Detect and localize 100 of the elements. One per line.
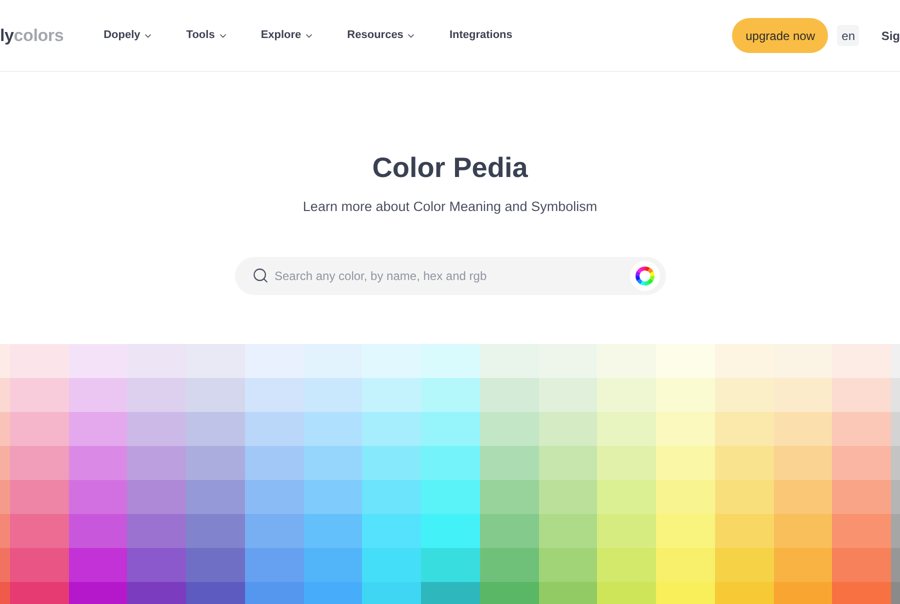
color-swatch[interactable] xyxy=(68,446,128,480)
color-swatch[interactable] xyxy=(10,412,69,446)
color-swatch[interactable] xyxy=(891,480,900,514)
language-selector[interactable]: en xyxy=(837,25,860,46)
color-swatch[interactable] xyxy=(421,514,480,548)
color-swatch[interactable] xyxy=(10,480,69,514)
color-swatch[interactable] xyxy=(538,582,598,604)
color-swatch[interactable] xyxy=(10,582,69,604)
color-swatch[interactable] xyxy=(127,480,186,514)
color-swatch[interactable] xyxy=(774,514,832,548)
color-swatch[interactable] xyxy=(127,378,186,412)
color-swatch[interactable] xyxy=(186,446,245,480)
color-swatch[interactable] xyxy=(244,548,304,582)
color-swatch[interactable] xyxy=(421,344,480,378)
color-swatch[interactable] xyxy=(480,480,539,514)
color-swatch[interactable] xyxy=(68,514,128,548)
color-swatch[interactable] xyxy=(656,378,715,412)
color-swatch[interactable] xyxy=(0,548,10,582)
color-swatch[interactable] xyxy=(0,412,10,446)
color-swatch[interactable] xyxy=(538,514,598,548)
color-swatch[interactable] xyxy=(127,412,186,446)
upgrade-button[interactable]: upgrade now xyxy=(732,18,828,53)
color-swatch[interactable] xyxy=(480,514,539,548)
color-swatch[interactable] xyxy=(10,514,69,548)
color-swatch[interactable] xyxy=(186,378,245,412)
color-swatch[interactable] xyxy=(832,446,891,480)
color-swatch[interactable] xyxy=(127,548,186,582)
sign-in-link[interactable]: Sig xyxy=(881,26,900,44)
color-swatch[interactable] xyxy=(538,344,598,378)
color-swatch[interactable] xyxy=(597,582,656,604)
color-swatch[interactable] xyxy=(68,582,128,604)
color-swatch[interactable] xyxy=(891,548,900,582)
color-swatch[interactable] xyxy=(304,344,362,378)
color-swatch[interactable] xyxy=(714,378,774,412)
color-swatch[interactable] xyxy=(186,548,245,582)
color-swatch[interactable] xyxy=(127,582,186,604)
color-swatch[interactable] xyxy=(714,514,774,548)
color-swatch[interactable] xyxy=(186,582,245,604)
color-swatch[interactable] xyxy=(832,378,891,412)
color-swatch[interactable] xyxy=(362,514,422,548)
color-swatch[interactable] xyxy=(0,446,10,480)
color-swatch[interactable] xyxy=(714,446,774,480)
color-swatch[interactable] xyxy=(362,378,422,412)
color-swatch[interactable] xyxy=(362,548,422,582)
logo-wordmark[interactable]: lycolors xyxy=(0,26,64,44)
nav-link[interactable]: Integrations xyxy=(449,27,512,44)
color-swatch[interactable] xyxy=(480,378,539,412)
color-swatch[interactable] xyxy=(891,378,900,412)
color-swatch[interactable] xyxy=(244,514,304,548)
color-swatch[interactable] xyxy=(68,412,128,446)
color-swatch[interactable] xyxy=(186,480,245,514)
color-swatch[interactable] xyxy=(774,412,832,446)
color-swatch[interactable] xyxy=(832,548,891,582)
nav-menu-item[interactable]: Resources xyxy=(347,27,416,44)
color-swatch[interactable] xyxy=(774,378,832,412)
color-swatch[interactable] xyxy=(362,582,422,604)
color-swatch[interactable] xyxy=(832,480,891,514)
color-swatch[interactable] xyxy=(714,344,774,378)
color-swatch[interactable] xyxy=(832,412,891,446)
nav-menu-item[interactable]: Dopely xyxy=(104,27,154,44)
color-swatch[interactable] xyxy=(421,582,480,604)
color-swatch[interactable] xyxy=(480,412,539,446)
color-swatch[interactable] xyxy=(127,514,186,548)
search-field[interactable]: Search any color, by name, hex and rgb xyxy=(234,257,666,295)
color-swatch[interactable] xyxy=(186,514,245,548)
color-swatch[interactable] xyxy=(244,480,304,514)
color-swatch[interactable] xyxy=(127,344,186,378)
color-swatch[interactable] xyxy=(480,344,539,378)
color-swatch[interactable] xyxy=(656,582,715,604)
color-swatch[interactable] xyxy=(480,548,539,582)
color-swatch[interactable] xyxy=(68,378,128,412)
color-swatch[interactable] xyxy=(832,514,891,548)
color-swatch[interactable] xyxy=(774,344,832,378)
color-swatch[interactable] xyxy=(774,548,832,582)
color-swatch[interactable] xyxy=(0,582,10,604)
color-swatch[interactable] xyxy=(597,514,656,548)
color-swatch[interactable] xyxy=(304,582,362,604)
color-swatch[interactable] xyxy=(891,514,900,548)
color-swatch[interactable] xyxy=(656,480,715,514)
color-swatch[interactable] xyxy=(362,344,422,378)
color-swatch[interactable] xyxy=(304,514,362,548)
color-swatch[interactable] xyxy=(714,548,774,582)
color-swatch[interactable] xyxy=(304,446,362,480)
color-swatch[interactable] xyxy=(304,378,362,412)
color-swatch[interactable] xyxy=(774,480,832,514)
color-swatch[interactable] xyxy=(186,412,245,446)
color-swatch[interactable] xyxy=(480,582,539,604)
color-swatch[interactable] xyxy=(0,514,10,548)
color-swatch[interactable] xyxy=(656,446,715,480)
color-swatch[interactable] xyxy=(304,412,362,446)
color-swatch[interactable] xyxy=(891,446,900,480)
color-swatch[interactable] xyxy=(362,446,422,480)
color-swatch[interactable] xyxy=(244,344,304,378)
color-swatch[interactable] xyxy=(538,446,598,480)
color-swatch[interactable] xyxy=(421,548,480,582)
color-swatch[interactable] xyxy=(597,548,656,582)
color-swatch[interactable] xyxy=(10,378,69,412)
color-swatch[interactable] xyxy=(597,412,656,446)
color-swatch[interactable] xyxy=(0,480,10,514)
color-swatch[interactable] xyxy=(0,344,10,378)
